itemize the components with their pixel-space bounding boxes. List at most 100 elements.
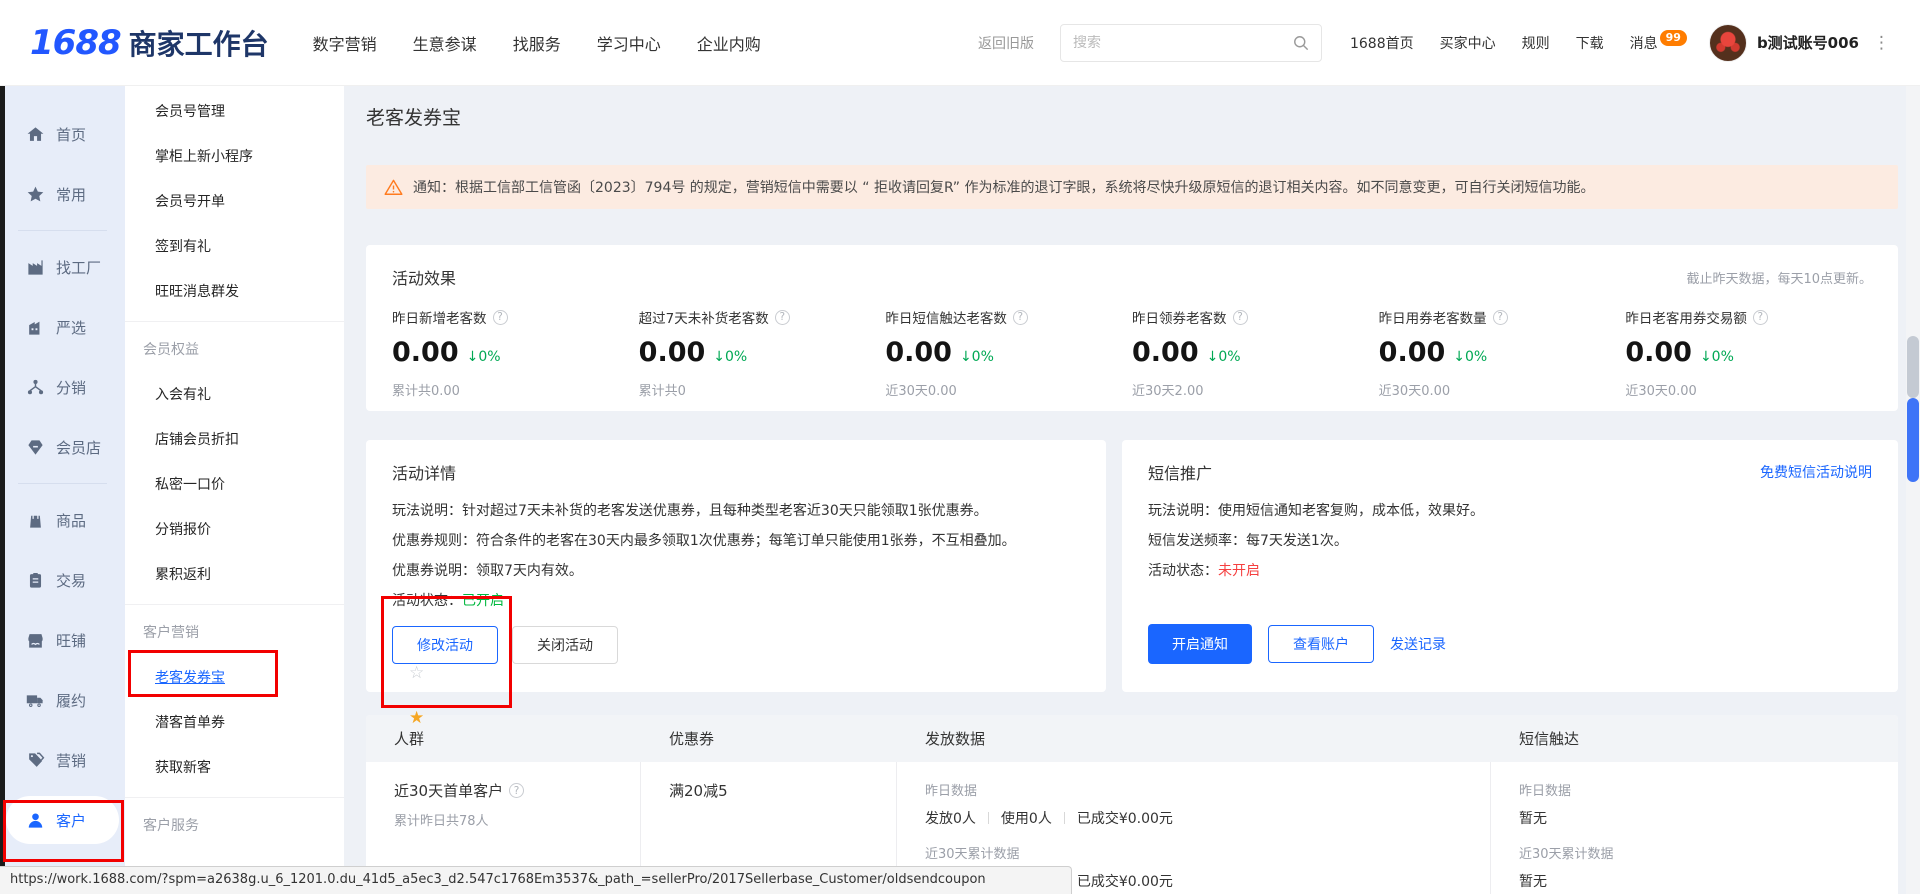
activity-coupon-description: 优惠券说明：领取7天内有效。 <box>392 556 1080 586</box>
sidebar-item-distribution[interactable]: 分销 <box>0 357 125 417</box>
favorite-star-outline-icon[interactable]: ☆ <box>409 663 424 683</box>
table-header-issue-data: 发放数据 <box>897 715 1491 762</box>
sidebar-item-products[interactable]: 商品 <box>0 490 125 550</box>
stat-coupon-gmv: 昨日老客用券交易额? 0.00↓0% 近30天0.00 <box>1625 307 1872 399</box>
send-records-link[interactable]: 发送记录 <box>1390 634 1446 654</box>
activity-status-line: 活动状态：已开启 <box>392 586 1080 616</box>
sidebar-item-label: 常用 <box>56 184 86 205</box>
gmv-value: 已成交¥0.00元 <box>1077 808 1173 828</box>
table-header-row: 人群 优惠券 发放数据 短信触达 <box>366 715 1898 762</box>
back-to-old-version-link[interactable]: 返回旧版 <box>978 33 1034 53</box>
sidebar-item-marketing[interactable]: 营销 <box>0 730 125 790</box>
menu-item-member-billing[interactable]: 会员号开单 <box>125 178 344 223</box>
link-messages[interactable]: 消息99 <box>1630 33 1687 53</box>
sidebar-item-label: 履约 <box>56 690 86 711</box>
sidebar-item-label: 客户 <box>56 810 86 831</box>
menu-item-member-management[interactable]: 会员号管理 <box>125 88 344 133</box>
help-icon[interactable]: ? <box>775 310 790 325</box>
stat-sub: 累计共0 <box>639 380 886 399</box>
activity-detail-panel: 活动详情 玩法说明：针对超过7天未补货的老客发送优惠券，且每种类型老客近30天只… <box>366 440 1106 692</box>
menu-divider <box>125 321 344 322</box>
storefront-icon <box>26 631 45 650</box>
secondary-menu: 会员号管理 掌柜上新小程序 会员号开单 签到有礼 旺旺消息群发 会员权益 入会有… <box>125 86 344 894</box>
menu-item-old-customer-coupon[interactable]: 老客发券宝 <box>125 654 344 699</box>
menu-item-member-discount[interactable]: 店铺会员折扣 <box>125 416 344 461</box>
logo-1688[interactable]: 1688 商家工作台 <box>30 23 269 63</box>
account-name[interactable]: b测试账号006 <box>1757 32 1859 53</box>
menu-item-distribution-quote[interactable]: 分销报价 <box>125 506 344 551</box>
menu-item-shopkeeper-miniapp[interactable]: 掌柜上新小程序 <box>125 133 344 178</box>
sidebar-item-shop[interactable]: 旺铺 <box>0 610 125 670</box>
stat-delta: ↓0% <box>1453 349 1487 365</box>
sidebar-item-customers[interactable]: 客户 <box>6 796 119 844</box>
menu-divider <box>125 604 344 605</box>
help-icon[interactable]: ? <box>509 783 524 798</box>
nav-enterprise-purchase[interactable]: 企业内购 <box>697 31 761 55</box>
help-icon[interactable]: ? <box>1753 310 1768 325</box>
scrollbar-thumb-gray[interactable] <box>1907 336 1919 398</box>
nav-business-advisor[interactable]: 生意参谋 <box>413 31 477 55</box>
help-icon[interactable]: ? <box>1233 310 1248 325</box>
favorite-star-filled-icon[interactable]: ★ <box>409 708 424 728</box>
menu-item-private-price[interactable]: 私密一口价 <box>125 461 344 506</box>
menu-item-join-gift[interactable]: 入会有礼 <box>125 371 344 416</box>
sidebar-item-find-factory[interactable]: 找工厂 <box>0 237 125 297</box>
home-icon <box>26 125 45 144</box>
message-count-badge: 99 <box>1660 30 1687 46</box>
search-icon[interactable] <box>1291 33 1311 53</box>
search-input[interactable] <box>1073 35 1291 51</box>
stat-delta: ↓0% <box>960 349 994 365</box>
sms-frequency: 短信发送频率：每7天发送1次。 <box>1148 526 1872 556</box>
sms-status-value: 未开启 <box>1218 563 1260 579</box>
stat-label: 昨日用券老客数量 <box>1379 307 1487 327</box>
nav-learning-center[interactable]: 学习中心 <box>597 31 661 55</box>
activity-play-description: 玩法说明：针对超过7天未补货的老客发送优惠券，且每种类型老客近30天只能领取1张… <box>392 496 1080 526</box>
activity-status-label: 活动状态： <box>392 593 462 609</box>
gem-icon <box>26 438 45 457</box>
sidebar-divider <box>18 230 107 231</box>
sidebar-item-member-store[interactable]: 会员店 <box>0 417 125 477</box>
sidebar-item-favorites[interactable]: 常用 <box>0 164 125 224</box>
modify-activity-button[interactable]: 修改活动 <box>392 626 498 664</box>
enable-notification-button[interactable]: 开启通知 <box>1148 624 1252 664</box>
help-icon[interactable]: ? <box>493 310 508 325</box>
help-icon[interactable]: ? <box>1013 310 1028 325</box>
topbar: 1688 商家工作台 数字营销 生意参谋 找服务 学习中心 企业内购 返回旧版 … <box>0 0 1920 86</box>
search-box[interactable] <box>1060 24 1322 62</box>
menu-item-cumulative-rebate[interactable]: 累积返利 <box>125 551 344 596</box>
link-rules[interactable]: 规则 <box>1522 33 1550 53</box>
link-download[interactable]: 下载 <box>1576 33 1604 53</box>
avatar[interactable] <box>1709 24 1747 62</box>
sidebar-item-trade[interactable]: 交易 <box>0 550 125 610</box>
close-activity-button[interactable]: 关闭活动 <box>512 626 618 664</box>
link-1688-home[interactable]: 1688首页 <box>1350 33 1414 53</box>
network-icon <box>26 378 45 397</box>
activity-status-value: 已开启 <box>462 593 504 609</box>
sidebar-item-label: 商品 <box>56 510 86 531</box>
more-menu-icon[interactable]: ⋮ <box>1873 33 1890 53</box>
menu-item-checkin-gift[interactable]: 签到有礼 <box>125 223 344 268</box>
sidebar-item-home[interactable]: 首页 <box>0 104 125 164</box>
stat-sub: 近30天0.00 <box>1379 380 1626 399</box>
sidebar-item-strict-selection[interactable]: 严选 <box>0 297 125 357</box>
help-icon[interactable]: ? <box>1493 310 1508 325</box>
data-update-note: 截止昨天数据，每天10点更新。 <box>1686 268 1872 287</box>
gmv-value: 已成交¥0.00元 <box>1077 871 1173 891</box>
used-count: 使用0人 <box>1001 808 1052 828</box>
menu-item-prospect-first-order-coupon[interactable]: 潜客首单券 <box>125 699 344 744</box>
view-account-button[interactable]: 查看账户 <box>1268 625 1374 663</box>
truck-icon <box>26 691 45 710</box>
sms-promotion-title: 短信推广 <box>1148 460 1212 484</box>
sms-30day-value: 暂无 <box>1519 871 1870 891</box>
menu-item-acquire-new-customers[interactable]: 获取新客 <box>125 744 344 789</box>
scrollbar-thumb-blue[interactable] <box>1907 398 1919 482</box>
scrollbar-track[interactable] <box>1906 86 1920 894</box>
nav-find-services[interactable]: 找服务 <box>513 31 561 55</box>
menu-item-wangwang-broadcast[interactable]: 旺旺消息群发 <box>125 268 344 313</box>
sidebar-item-fulfillment[interactable]: 履约 <box>0 670 125 730</box>
sms-yesterday-label: 昨日数据 <box>1519 780 1870 799</box>
free-sms-activity-help-link[interactable]: 免费短信活动说明 <box>1760 462 1872 482</box>
link-buyer-center[interactable]: 买家中心 <box>1440 33 1496 53</box>
activity-detail-title: 活动详情 <box>392 460 1080 484</box>
nav-digital-marketing[interactable]: 数字营销 <box>313 31 377 55</box>
